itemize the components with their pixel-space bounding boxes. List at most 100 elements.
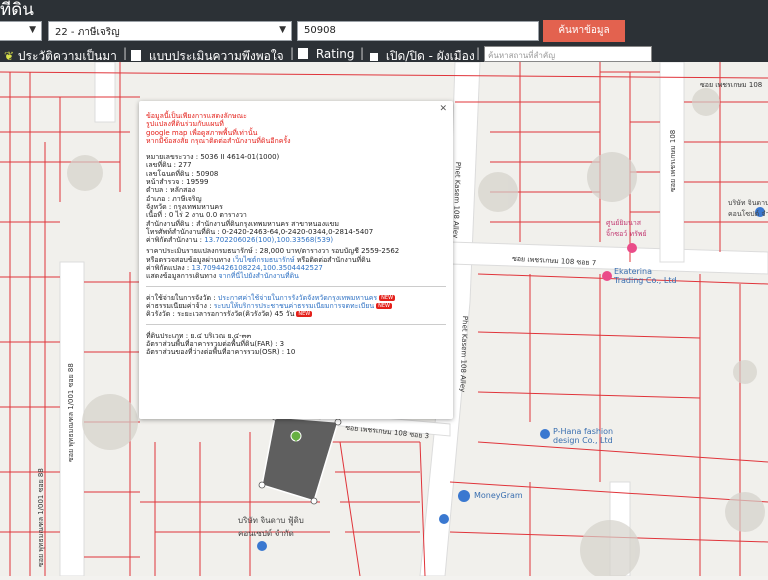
poi-label[interactable]: บริษัท จินดาบ ฟู้ดิบ คอนเซปต์ จำกัด [238, 514, 304, 540]
field-district: อำเภอ : ภาษีเจริญ [146, 195, 446, 203]
rating-button[interactable]: Rating [298, 47, 355, 61]
field-label: ค่าพิกัดแปลง : [146, 264, 192, 273]
history-label: ประวัติความเป็นมา [17, 49, 117, 63]
toolbar-divider: | [476, 46, 481, 60]
field-directions: แสดงข้อมูลการเดินทาง จากที่นี่ไปยังสำนัก… [146, 272, 446, 280]
field-deed-number: เลขโฉนดที่ดิน : 50908 [146, 170, 446, 178]
parcel-info-popup: ✕ ข้อมูลนี้เป็นเพียงการแสดงลักษณะ รูปแปล… [139, 101, 453, 419]
history-icon: ❦ [4, 49, 15, 63]
notice-line: หากมีข้อสงสัย กรุณาติดต่อสำนักงานที่ดินอ… [146, 136, 291, 145]
field-zone-type: ที่ดินประเภท : ย.๔ บริเวณ ย.๔-๓๓ [146, 332, 446, 340]
field-value: สำนักงานที่ดินกรุงเทพมหานคร สาขาหนองแขม [196, 219, 339, 228]
field-label: เลขที่ดิน : [146, 161, 179, 170]
page-title: ที่ดิน [0, 0, 34, 20]
field-label: เนื้อที่ : [146, 211, 169, 220]
field-far: อัตราส่วนพื้นที่อาคารรวมต่อพื้นที่ดิน(FA… [146, 340, 446, 348]
business-poi-icon [257, 541, 267, 551]
subdistrict-select-value: 22 - ภาษีเจริญ [55, 27, 120, 38]
price-section: ราคาประเมินรายแปลงกรมธนารักษ์ : 28,000 บ… [146, 247, 446, 280]
zoning-section: ที่ดินประเภท : ย.๔ บริเวณ ย.๔-๓๓ อัตราส่… [146, 332, 446, 357]
poi-label[interactable]: Ekaterina Trading Co., Ltd [614, 267, 677, 285]
parcel-number-value: 50908 [304, 25, 336, 36]
zoning-toggle-label: เปิด/ปิด - ผังเมือง [385, 49, 475, 63]
close-icon[interactable]: ✕ [439, 104, 447, 113]
field-value: 277 [178, 161, 192, 170]
field-label: หน้าสำรวจ : [146, 178, 187, 187]
road-top-left [94, 61, 116, 123]
links-section: ค่าใช้จ่ายในการจังวัด : ประกาศค่าใช้จ่าย… [146, 294, 446, 319]
document-icon [131, 50, 141, 61]
field-label: แสดงข้อมูลการเดินทาง [146, 272, 219, 281]
directions-link[interactable]: จากที่นี่ไปยังสำนักงานที่ดิน [218, 272, 298, 280]
business-poi-icon [540, 429, 550, 439]
moneygram-poi-icon [458, 490, 470, 502]
poi-label[interactable]: ศูนย์ยิมนาส จิ๊กซอว์ ทรัพย์ [606, 218, 647, 240]
field-appraisal: ราคาประเมินรายแปลงกรมธนารักษ์ : 28,000 บ… [146, 247, 446, 255]
field-label: อำเภอ : [146, 194, 173, 203]
field-value: 28,000 บาท/ตารางวา รอบบัญชี 2559-2562 [259, 247, 400, 256]
field-value: 50908 [196, 169, 219, 178]
field-label: หรือตรวจสอบข้อมูลผ่านทาง [146, 255, 233, 264]
field-value: ภาษีเจริญ [172, 194, 202, 203]
divider [146, 323, 446, 325]
field-label: จังหวัด : [146, 202, 174, 211]
field-label: หมายเลขระวาง : [146, 153, 201, 162]
field-subdistrict: ตำบล : หลักสอง [146, 186, 446, 194]
field-value: 3 [279, 339, 285, 348]
field-label: ค่าพิกัดสำนักงาน : [146, 236, 205, 245]
field-value: กรุงเทพมหานคร [173, 202, 223, 211]
field-value: 0 ไร่ 2 งาน 0.0 ตารางวา [168, 211, 247, 220]
field-survey-cost: ค่าใช้จ่ายในการจังวัด : ประกาศค่าใช้จ่าย… [146, 294, 446, 302]
parcel-coords-link[interactable]: 13.7094426108224,100.3504442527 [191, 264, 322, 272]
business-poi-icon [439, 514, 449, 524]
field-value: 0-2420-2463-64,0-2420-0344,0-2814-5407 [221, 227, 374, 236]
subdistrict-select[interactable]: 22 - ภาษีเจริญ ▼ [48, 21, 292, 41]
field-label: โทรศัพท์สำนักงานที่ดิน : [146, 227, 222, 236]
field-land-number: เลขที่ดิน : 277 [146, 161, 446, 169]
survey-cost-link[interactable]: ประกาศค่าใช้จ่ายในการรังวัดจังหวัดกรุงเท… [218, 294, 377, 302]
poi-label[interactable]: P-Hana fashion design Co., Ltd [553, 427, 613, 445]
field-value: ระยะเวลารอการรังวัด(คิวรังวัด) 45 วัน [177, 310, 295, 319]
new-badge: NEW [379, 294, 396, 301]
field-label: ค่าธรรมเนียมค่าจ้าง : [146, 301, 214, 310]
chevron-down-icon: ▼ [29, 25, 36, 35]
field-label: อัตราส่วนของที่ว่างต่อพื้นที่อาคารรวม(OS… [146, 348, 287, 357]
toolbar-divider: | [290, 46, 295, 60]
road-label: ซอย เพชรเกษม 108 [669, 129, 677, 192]
place-search-input[interactable]: ค้นหาสถานที่สำคัญ [484, 46, 652, 62]
treasury-website-link[interactable]: เว็บไซต์กรมธนารักษ์ [233, 256, 295, 264]
divider [146, 285, 446, 287]
field-osr: อัตราส่วนของที่ว่างต่อพื้นที่อาคารรวม(OS… [146, 348, 446, 356]
fees-link[interactable]: ระบบให้บริการประชาชนค่าธรรมเนียมการจดทะเ… [214, 302, 374, 310]
field-label: คิวรังวัด : [146, 310, 178, 319]
notice-line: รูปแปลงที่ดินร่วมกับแผนที่ [146, 120, 224, 129]
field-value: หลักสอง [170, 186, 196, 195]
poi-label[interactable]: บริษัท จินดานา ฟู้ดิบ คอนโซปต์ จำกัด [728, 198, 768, 220]
field-label: ราคาประเมินรายแปลงกรมธนารักษ์ : [146, 247, 260, 256]
parcel-number-input[interactable]: 50908 [297, 21, 539, 41]
search-button[interactable]: ค้นหาข้อมูล [543, 20, 625, 42]
rating-label: Rating [315, 47, 355, 61]
shopping-poi-icon [602, 271, 612, 281]
field-fees: ค่าธรรมเนียมค่าจ้าง : ระบบให้บริการประชา… [146, 302, 446, 310]
poi-label[interactable]: MoneyGram [474, 491, 523, 500]
field-land-office: สำนักงานที่ดิน : สำนักงานที่ดินกรุงเทพมห… [146, 220, 446, 228]
toolbar: ❦ ประวัติความเป็นมา | แบบประเมินความพึงพ… [0, 44, 768, 64]
field-label: ค่าใช้จ่ายในการจังวัด : [146, 293, 218, 302]
notice-line: google map เพื่อดูสภาพพื้นที่เท่านั้น [146, 128, 258, 137]
field-label: สำนักงานที่ดิน : [146, 219, 197, 228]
field-treasury-check: หรือตรวจสอบข้อมูลผ่านทาง เว็บไซต์กรมธนาร… [146, 256, 446, 264]
field-survey-page: หน้าสำรวจ : 19599 [146, 178, 446, 186]
field-value: 19599 [186, 178, 209, 187]
office-coords-link[interactable]: 13.702206026(100),100.33568(539) [204, 236, 333, 244]
survey-label: แบบประเมินความพึงพอใจ [148, 49, 284, 63]
field-label: ที่ดินประเภท : [146, 331, 191, 340]
road-label: ซอย พุทธมณฑล 1/001 ซอย 88 [37, 468, 45, 567]
district-select[interactable]: ▼ [0, 21, 42, 41]
field-value: 10 [286, 348, 296, 357]
field-area: เนื้อที่ : 0 ไร่ 2 งาน 0.0 ตารางวา [146, 211, 446, 219]
popup-notice: ข้อมูลนี้เป็นเพียงการแสดงลักษณะ รูปแปลงท… [146, 112, 446, 145]
gym-poi-icon [627, 243, 637, 253]
chart-icon [298, 48, 308, 59]
parcel-fields: หมายเลขระวาง : 5036 II 4614-01(1000) เลข… [146, 153, 446, 244]
